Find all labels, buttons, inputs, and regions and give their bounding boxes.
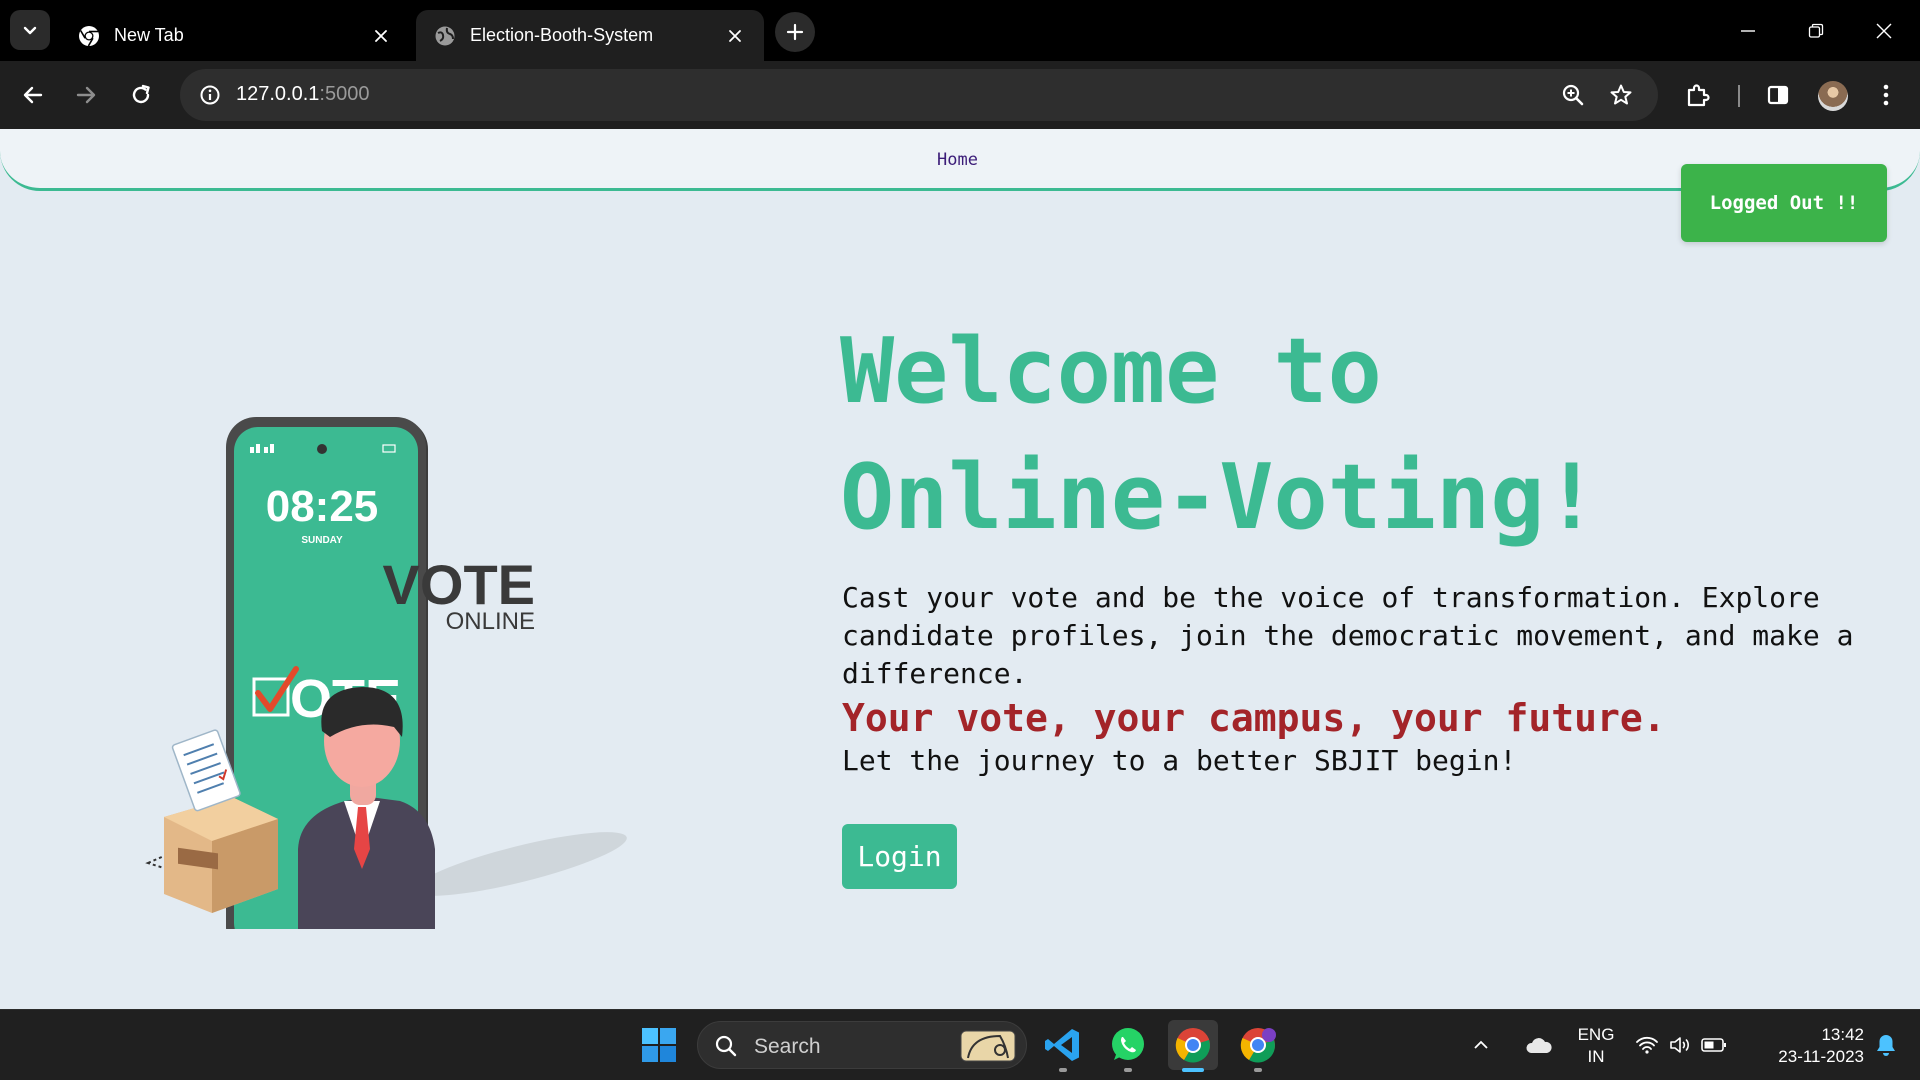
logout-toast: Logged Out !!: [1681, 164, 1887, 242]
close-window-button[interactable]: [1850, 0, 1918, 61]
login-button[interactable]: Login: [842, 824, 957, 889]
close-icon: [729, 29, 741, 42]
hero-title: Welcome to Online-Voting!: [840, 309, 1900, 561]
taskbar-search-placeholder: Search: [754, 1035, 821, 1058]
hero-title-line2: Online-Voting!: [840, 445, 1599, 550]
extensions-icon: [1687, 84, 1710, 107]
tab-title: Election-Booth-System: [470, 25, 654, 45]
show-hidden-icons-button[interactable]: [1466, 1020, 1496, 1070]
tab-search-icon: [23, 26, 37, 35]
language-code: ENG: [1577, 1025, 1615, 1044]
notifications-button[interactable]: [1866, 1020, 1906, 1070]
bell-icon: [1877, 1035, 1895, 1056]
onedrive-button[interactable]: [1514, 1020, 1564, 1070]
tab-close-button[interactable]: [370, 25, 392, 47]
forward-button[interactable]: [62, 71, 110, 119]
whatsapp-taskbar-button[interactable]: [1103, 1020, 1153, 1072]
windows-start-icon: [642, 1028, 676, 1062]
chrome-profile-taskbar-button[interactable]: [1233, 1020, 1283, 1072]
onedrive-icon: [1526, 1038, 1552, 1053]
toolbar-separator: [1738, 85, 1740, 107]
volume-icon: [1670, 1037, 1689, 1053]
browser-tab-bar: New Tab Election-Booth-System: [0, 0, 1920, 61]
quick-settings-button[interactable]: [1626, 1020, 1736, 1070]
side-panel-icon: [1767, 85, 1789, 105]
taskbar-search-box[interactable]: Search: [697, 1021, 1027, 1069]
restore-button[interactable]: [1782, 0, 1850, 61]
active-indicator: [1182, 1068, 1204, 1072]
region-code: IN: [1587, 1047, 1605, 1066]
search-icon: [715, 1035, 737, 1057]
side-panel-button[interactable]: [1754, 71, 1802, 119]
phone-time: 08:25: [266, 482, 379, 531]
tab-election-booth-system[interactable]: Election-Booth-System: [416, 10, 764, 61]
vote-logo-main: VOTE: [383, 553, 535, 616]
address-bar[interactable]: 127.0.0.1:5000: [180, 69, 1658, 121]
plus-icon: [786, 23, 804, 41]
url-port: :5000: [319, 83, 370, 105]
windows-taskbar: Search ENG IN 13:42 23-11-2023: [0, 1009, 1920, 1080]
clock[interactable]: 13:42 23-11-2023: [1752, 1024, 1864, 1068]
search-highlight-icon: [960, 1030, 1016, 1062]
clock-time: 13:42: [1821, 1025, 1864, 1044]
new-tab-button[interactable]: [775, 12, 815, 52]
info-icon: [200, 85, 220, 105]
language-indicator[interactable]: ENG IN: [1572, 1024, 1620, 1068]
minimize-button[interactable]: [1714, 0, 1782, 61]
running-indicator: [1254, 1068, 1262, 1072]
chevron-up-icon: [1474, 1040, 1488, 1049]
zoom-button[interactable]: [1555, 77, 1591, 113]
globe-icon: [435, 26, 455, 45]
start-button[interactable]: [634, 1020, 684, 1070]
chrome-icon: [79, 25, 99, 46]
hero-description: Cast your vote and be the voice of trans…: [842, 581, 1854, 690]
chrome-taskbar-button-active[interactable]: [1168, 1020, 1218, 1072]
hero-tagline: Your vote, your campus, your future.: [842, 696, 1666, 740]
site-info-button[interactable]: [192, 77, 228, 113]
url-text[interactable]: 127.0.0.1:5000: [236, 83, 369, 106]
chrome-icon: [1175, 1028, 1210, 1063]
forward-icon: [76, 86, 96, 104]
extensions-button[interactable]: [1674, 71, 1722, 119]
zoom-icon: [1562, 84, 1584, 106]
browser-toolbar: 127.0.0.1:5000: [0, 61, 1920, 129]
url-host: 127.0.0.1: [236, 83, 320, 105]
phone-day: SUNDAY: [301, 535, 343, 546]
vscode-icon: [1045, 1029, 1079, 1061]
vote-online-illustration: 08:25 SUNDAY OTE VOTE ONLINE: [145, 417, 627, 929]
minimize-icon: [1741, 29, 1755, 32]
star-icon: [1610, 84, 1632, 105]
vscode-taskbar-button[interactable]: [1038, 1020, 1088, 1072]
profile-avatar[interactable]: [1818, 81, 1848, 111]
running-indicator: [1124, 1068, 1132, 1072]
clock-date: 23-11-2023: [1778, 1047, 1864, 1066]
tab-search-button[interactable]: [10, 10, 50, 50]
tab-title: New Tab: [114, 25, 184, 45]
bookmark-button[interactable]: [1603, 77, 1639, 113]
reload-button[interactable]: [117, 71, 165, 119]
hero-title-line1: Welcome to: [840, 319, 1382, 424]
chrome-menu-button[interactable]: [1862, 71, 1910, 119]
battery-icon: [1701, 1038, 1726, 1052]
site-navbar: Home: [0, 129, 1920, 191]
running-indicator: [1059, 1068, 1067, 1072]
restore-icon: [1808, 23, 1824, 38]
menu-icon: [1883, 84, 1889, 106]
whatsapp-icon: [1112, 1028, 1144, 1060]
hero-subline: Let the journey to a better SBJIT begin!: [842, 744, 1517, 777]
nav-home-link[interactable]: Home: [937, 150, 978, 170]
back-icon: [23, 86, 43, 104]
vote-logo-sub: ONLINE: [446, 608, 535, 635]
web-page: Home Logged Out !! 08:25 SUNDAY OTE: [0, 129, 1920, 1009]
close-icon: [375, 29, 387, 42]
back-button[interactable]: [9, 71, 57, 119]
tab-new-tab[interactable]: New Tab: [60, 10, 410, 61]
wifi-icon: [1636, 1036, 1658, 1054]
tab-close-button[interactable]: [724, 25, 746, 47]
close-icon: [1876, 23, 1892, 38]
reload-icon: [132, 84, 150, 104]
chrome-icon: [1240, 1028, 1276, 1063]
